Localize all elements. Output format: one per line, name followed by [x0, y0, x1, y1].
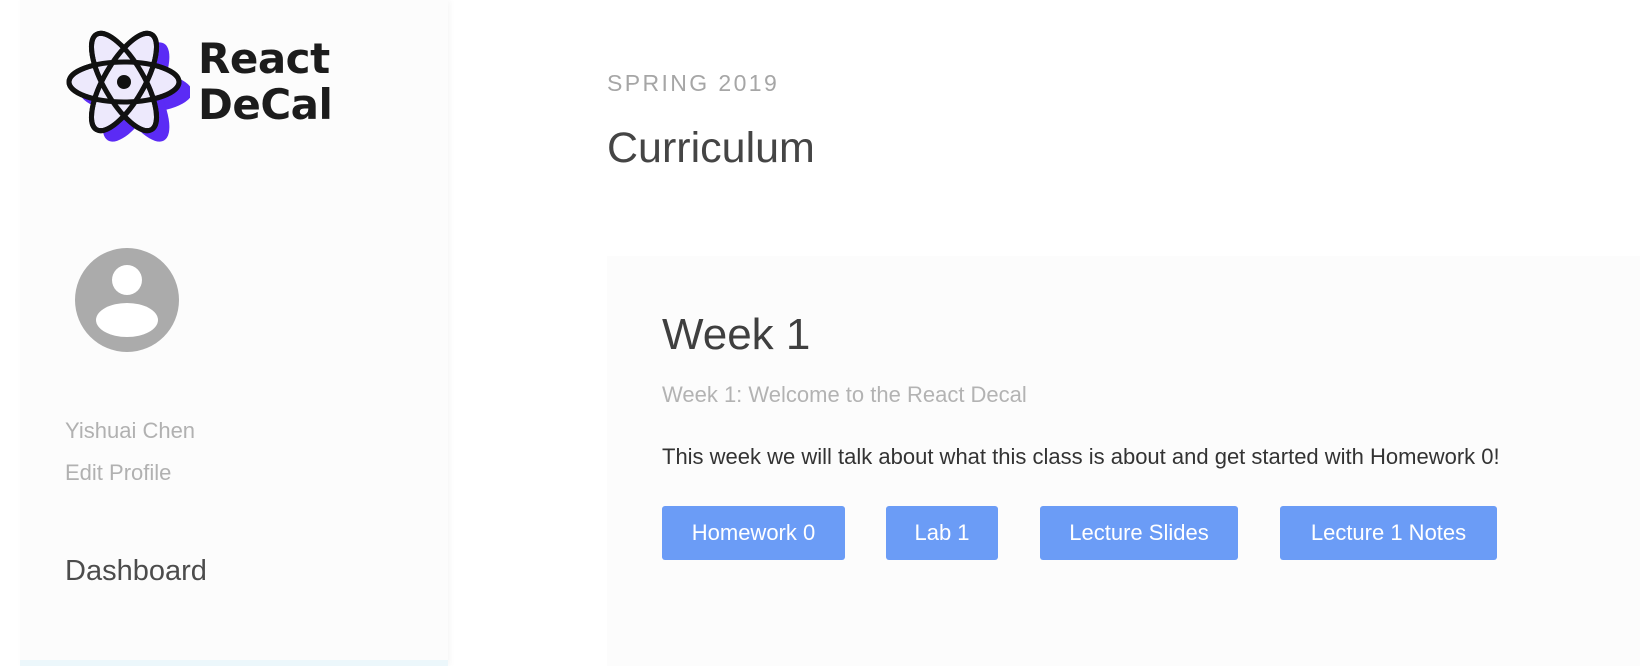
page-title: Curriculum [607, 124, 815, 172]
week-description: This week we will talk about what this c… [662, 444, 1500, 469]
edit-profile-link[interactable]: Edit Profile [65, 460, 171, 486]
lab-1-button[interactable]: Lab 1 [886, 506, 998, 560]
brand-name-line2: DeCal [198, 80, 333, 129]
week-title: Week 1 [662, 310, 811, 359]
lecture-1-notes-button[interactable]: Lecture 1 Notes [1280, 506, 1497, 560]
week-subtitle: Week 1: Welcome to the React Decal [662, 382, 1027, 407]
lecture-slides-button[interactable]: Lecture Slides [1040, 506, 1238, 560]
sidebar: React DeCal Yishuai Chen Edit Profile Da… [20, 0, 448, 666]
semester-label: SPRING 2019 [607, 70, 780, 96]
week-card: Week 1 Week 1: Welcome to the React Deca… [607, 256, 1640, 666]
homework-0-button[interactable]: Homework 0 [662, 506, 845, 560]
brand-name: React DeCal [198, 34, 333, 129]
react-atom-icon [66, 30, 190, 142]
user-avatar-icon [75, 248, 179, 352]
brand-name-line1: React [198, 34, 330, 83]
sidebar-item-dashboard[interactable]: Dashboard [65, 555, 207, 588]
brand-logo[interactable]: React DeCal [66, 26, 333, 146]
sidebar-active-indicator [20, 660, 448, 666]
user-name: Yishuai Chen [65, 418, 196, 443]
